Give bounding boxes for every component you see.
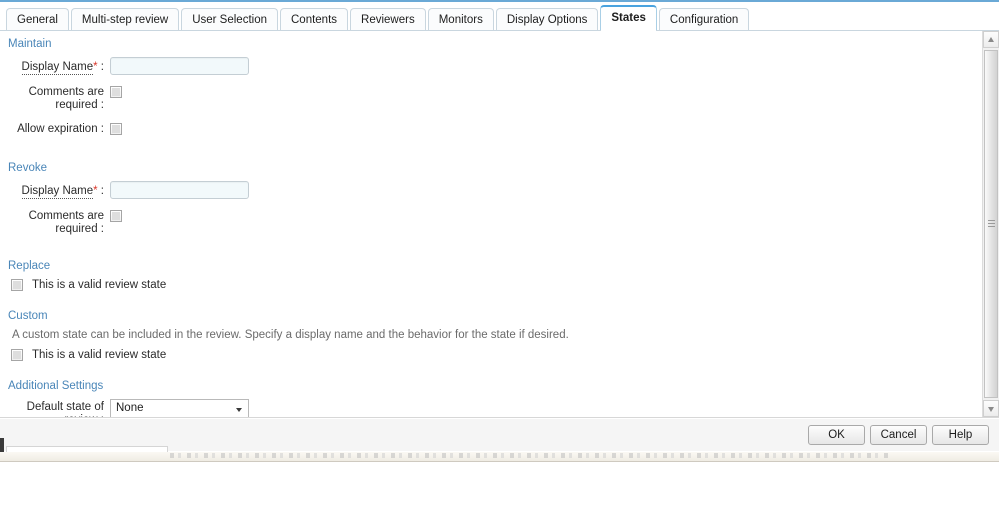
spacer-replace-custom bbox=[0, 297, 975, 310]
revoke-comments-required-row: Comments are required : bbox=[0, 206, 975, 236]
tab-monitors[interactable]: Monitors bbox=[427, 8, 494, 30]
states-pane: Maintain Display Name* : Comments are re… bbox=[0, 31, 999, 418]
maintain-comments-required-checkbox[interactable] bbox=[110, 86, 122, 98]
maintain-display-name-input[interactable] bbox=[110, 57, 249, 75]
revoke-comments-required-checkbox-wrap[interactable] bbox=[110, 206, 122, 225]
replace-valid-state-checkbox[interactable] bbox=[11, 279, 23, 291]
spacer-maintain-revoke bbox=[0, 145, 975, 162]
section-heading-custom: Custom bbox=[8, 310, 48, 322]
tab-display-options[interactable]: Display Options bbox=[495, 8, 599, 30]
replace-valid-state-row[interactable]: This is a valid review state bbox=[0, 279, 975, 291]
maintain-display-name-row: Display Name* : bbox=[0, 57, 975, 75]
states-dialog: General Multi-step review User Selection Co… bbox=[0, 0, 999, 452]
section-heading-maintain: Maintain bbox=[8, 38, 52, 50]
maintain-allow-expiration-row: Allow expiration : bbox=[0, 119, 975, 138]
default-state-select[interactable]: None bbox=[110, 399, 249, 417]
default-state-row: Default state of review : items None bbox=[0, 399, 975, 417]
revoke-display-name-label-text: Display Name bbox=[21, 185, 94, 199]
section-heading-additional-settings: Additional Settings bbox=[8, 380, 104, 392]
custom-valid-state-label: This is a valid review state bbox=[32, 349, 167, 361]
maintain-comments-required-checkbox-wrap[interactable] bbox=[110, 82, 122, 101]
chevron-down-icon bbox=[236, 408, 242, 412]
tab-states[interactable]: States bbox=[600, 5, 657, 31]
tab-general[interactable]: General bbox=[6, 8, 69, 30]
revoke-display-name-colon: : bbox=[97, 185, 104, 197]
vertical-scrollbar[interactable] bbox=[982, 31, 999, 417]
scroll-down-button[interactable] bbox=[983, 400, 999, 417]
tab-configuration[interactable]: Configuration bbox=[658, 8, 750, 30]
revoke-comments-required-label: Comments are required : bbox=[28, 210, 104, 235]
default-state-label: Default state of review : items bbox=[0, 399, 110, 417]
background-window-edge bbox=[0, 438, 999, 463]
grip-icon bbox=[988, 220, 995, 228]
maintain-comments-required-row: Comments are required : bbox=[0, 82, 975, 112]
ok-button[interactable]: OK bbox=[808, 425, 865, 445]
maintain-display-name-label: Display Name* : bbox=[0, 57, 110, 75]
custom-valid-state-checkbox[interactable] bbox=[11, 349, 23, 361]
spacer-revoke-replace bbox=[0, 243, 975, 260]
tab-user-selection[interactable]: User Selection bbox=[181, 8, 278, 30]
maintain-display-name-colon: : bbox=[97, 61, 104, 73]
triangle-up-icon bbox=[988, 37, 994, 42]
tab-bar: General Multi-step review User Selection Co… bbox=[0, 0, 999, 31]
replace-valid-state-label: This is a valid review state bbox=[32, 279, 167, 291]
revoke-comments-required-checkbox[interactable] bbox=[110, 210, 122, 222]
section-heading-replace: Replace bbox=[8, 260, 51, 272]
background-window-ghost-text bbox=[170, 453, 889, 458]
default-state-select-value: None bbox=[116, 402, 144, 414]
tab-multi-step-review[interactable]: Multi-step review bbox=[70, 8, 180, 30]
cancel-button[interactable]: Cancel bbox=[870, 425, 927, 445]
custom-valid-state-row[interactable]: This is a valid review state bbox=[0, 349, 975, 361]
tab-reviewers[interactable]: Reviewers bbox=[350, 8, 426, 30]
maintain-allow-expiration-label: Allow expiration : bbox=[17, 123, 104, 135]
help-button[interactable]: Help bbox=[932, 425, 989, 445]
scroll-up-button[interactable] bbox=[983, 31, 999, 48]
section-heading-revoke: Revoke bbox=[8, 162, 47, 174]
maintain-allow-expiration-checkbox-wrap[interactable] bbox=[110, 119, 122, 138]
maintain-display-name-label-text: Display Name bbox=[21, 61, 94, 75]
spacer-custom-additional bbox=[0, 367, 975, 380]
maintain-allow-expiration-checkbox[interactable] bbox=[110, 123, 122, 135]
scrollbar-thumb[interactable] bbox=[984, 50, 998, 398]
triangle-down-icon bbox=[988, 407, 994, 412]
custom-description: A custom state can be included in the re… bbox=[12, 329, 569, 341]
background-window-left-marker bbox=[0, 438, 4, 452]
tab-contents[interactable]: Contents bbox=[280, 8, 349, 30]
states-form: Maintain Display Name* : Comments are re… bbox=[0, 31, 975, 417]
default-state-label-line1: Default state of review : bbox=[26, 401, 104, 417]
footer-button-group: OK Cancel Help bbox=[803, 425, 989, 445]
maintain-comments-required-label: Comments are required : bbox=[28, 86, 104, 111]
revoke-display-name-row: Display Name* : bbox=[0, 181, 975, 199]
revoke-display-name-input[interactable] bbox=[110, 181, 249, 199]
revoke-display-name-label: Display Name* : bbox=[0, 181, 110, 199]
